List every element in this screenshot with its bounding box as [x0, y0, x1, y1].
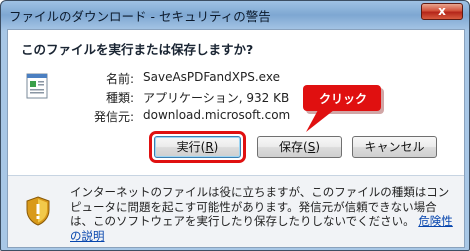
close-icon: x: [438, 4, 446, 18]
download-security-warning-dialog: ファイルのダウンロード - セキュリティの警告 x このファイルを実行または保存…: [0, 0, 470, 251]
executable-file-icon: [26, 73, 48, 99]
save-button-label-end: ): [315, 140, 320, 154]
dialog-body: このファイルを実行または保存しますか? 名前: SaveAsPDFandXPS.…: [7, 29, 465, 248]
warning-text: インターネットのファイルは役に立ちますが、このファイルの種類はコンピュータに問題…: [70, 185, 454, 243]
window-title: ファイルのダウンロード - セキュリティの警告: [9, 9, 271, 24]
callout-text: クリック: [318, 92, 367, 106]
run-button[interactable]: 実行(R): [154, 136, 241, 158]
type-label: 種類:: [105, 91, 134, 105]
title-bar[interactable]: ファイルのダウンロード - セキュリティの警告 x: [1, 1, 469, 29]
run-button-label-end: ): [213, 140, 219, 154]
warning-panel: インターネットのファイルは役に立ちますが、このファイルの種類はコンピュータに問題…: [8, 176, 464, 247]
source-label: 発信元:: [93, 110, 134, 124]
file-type: アプリケーション, 932 KB: [143, 91, 290, 105]
save-button[interactable]: 保存(S): [257, 136, 342, 158]
run-button-accesskey: R: [205, 140, 214, 154]
name-label: 名前:: [105, 72, 134, 86]
warning-message: インターネットのファイルは役に立ちますが、このファイルの種類はコンピュータに問題…: [70, 185, 450, 228]
file-name: SaveAsPDFandXPS.exe: [143, 70, 280, 84]
click-callout: クリック: [300, 84, 386, 134]
security-shield-icon: [26, 196, 50, 226]
cancel-button[interactable]: キャンセル: [352, 136, 437, 158]
save-button-label: 保存(: [279, 140, 308, 154]
dialog-question: このファイルを実行または保存しますか?: [21, 42, 254, 57]
file-source: download.microsoft.com: [143, 108, 291, 122]
close-button[interactable]: x: [421, 3, 463, 20]
run-button-label: 実行(: [176, 140, 206, 154]
